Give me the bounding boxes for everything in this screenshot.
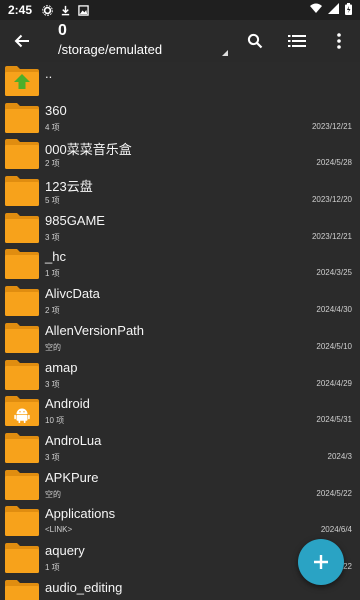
item-count: 4 项: [45, 122, 60, 132]
modified-date: 2024/5/28: [316, 158, 352, 168]
item-count: 5 项: [45, 196, 60, 206]
arrow-back-icon: [14, 34, 29, 48]
folder-name: amap: [45, 359, 78, 375]
selection-count: 0: [58, 22, 67, 39]
status-bar: 2:45: [0, 0, 360, 20]
modified-date: 2024/3/25: [316, 268, 352, 278]
folder-name: _hc: [45, 249, 66, 265]
item-count: 2 项: [45, 159, 60, 169]
status-time: 2:45: [8, 3, 33, 17]
back-button[interactable]: [0, 20, 44, 62]
folder-icon: [4, 469, 40, 501]
folder-icon: [4, 542, 40, 574]
folder-row[interactable]: AndroLua 3 项 2024/3: [0, 429, 360, 466]
item-count: <LINK>: [45, 525, 73, 535]
folder-icon: [4, 138, 40, 170]
folder-name: AllenVersionPath: [45, 322, 145, 338]
folder-icon: [4, 322, 40, 354]
search-button[interactable]: [234, 20, 276, 62]
modified-date: 2023/12/21: [311, 121, 352, 131]
file-list: .. 360 4 项 2023/12/21 000菜菜音乐盒 2 项 2024/5/28 12…: [0, 62, 360, 600]
folder-icon: [4, 505, 40, 537]
parent-directory-row[interactable]: ..: [0, 62, 360, 99]
battery-icon: [345, 2, 352, 18]
item-count: 空的: [45, 342, 61, 352]
folder-icon: [4, 285, 40, 317]
modified-date: 2023/12/21: [311, 231, 352, 241]
folder-row[interactable]: 360 4 项 2023/12/21: [0, 99, 360, 136]
folder-name: AlivcData: [45, 286, 100, 302]
modified-date: 2024/5/10: [316, 341, 352, 351]
download-icon: [58, 3, 72, 17]
folder-name: 985GAME: [45, 212, 105, 228]
folder-name: ..: [45, 66, 53, 81]
current-path: /storage/emulated: [58, 42, 163, 57]
folder-row[interactable]: amap 3 项 2024/4/29: [0, 356, 360, 393]
more-vert-icon: [337, 33, 341, 49]
modified-date: 2024/6/4: [320, 525, 352, 535]
item-count: 3 项: [45, 232, 60, 242]
item-count: 10 项: [45, 416, 65, 426]
folder-name: APKPure: [45, 469, 99, 485]
folder-row[interactable]: _hc 1 项 2024/3/25: [0, 245, 360, 282]
dropdown-triangle-icon: [222, 50, 228, 56]
folder-name: 000菜菜音乐盒: [45, 142, 132, 158]
folder-name: Applications: [45, 506, 116, 522]
folder-name: audio_editing: [45, 579, 123, 595]
plus-icon: [314, 555, 328, 569]
modified-date: 2023/12/20: [311, 195, 352, 205]
folder-name: 360: [45, 102, 67, 118]
list-view-icon: [288, 35, 306, 47]
toolbar: 0 /storage/emulated: [0, 20, 360, 62]
folder-row[interactable]: APKPure 空的 2024/5/22: [0, 466, 360, 503]
search-icon: [247, 33, 263, 49]
image-icon: [76, 3, 90, 17]
view-mode-button[interactable]: [276, 20, 318, 62]
folder-icon: [4, 248, 40, 280]
item-count: 3 项: [45, 379, 60, 389]
folder-icon: [4, 212, 40, 244]
folder-icon: [4, 175, 40, 207]
folder-name: aquery: [45, 542, 85, 558]
folder-icon: [4, 579, 40, 600]
folder-name: AndroLua: [45, 432, 102, 448]
folder-row[interactable]: AllenVersionPath 空的 2024/5/10: [0, 319, 360, 356]
folder-row[interactable]: 123云盘 5 项 2023/12/20: [0, 172, 360, 209]
item-count: 1 项: [45, 562, 60, 572]
folder-icon: [4, 432, 40, 464]
signal-icon: [328, 3, 339, 17]
folder-name: Android: [45, 396, 90, 412]
folder-row[interactable]: Applications <LINK> 2024/6/4: [0, 502, 360, 539]
folder-icon: [4, 102, 40, 134]
path-selector[interactable]: 0 /storage/emulated: [44, 20, 234, 62]
modified-date: 2024/3: [327, 451, 352, 461]
wifi-icon: [310, 3, 322, 17]
item-count: 3 项: [45, 452, 60, 462]
folder-row[interactable]: 000菜菜音乐盒 2 项 2024/5/28: [0, 135, 360, 172]
folder-name: 123云盘: [45, 179, 93, 195]
modified-date: 2024/5/22: [316, 488, 352, 498]
item-count: 1 项: [45, 269, 60, 279]
item-count: 2 项: [45, 306, 60, 316]
more-options-button[interactable]: [318, 20, 360, 62]
item-count: 空的: [45, 489, 61, 499]
folder-row[interactable]: AlivcData 2 项 2024/4/30: [0, 282, 360, 319]
settings-icon: [40, 3, 54, 17]
android-folder-icon: [4, 395, 40, 427]
modified-date: 2024/5/31: [316, 415, 352, 425]
modified-date: 2024/4/29: [316, 378, 352, 388]
add-fab-button[interactable]: [298, 539, 344, 585]
folder-row[interactable]: 985GAME 3 项 2023/12/21: [0, 209, 360, 246]
folder-up-icon: [4, 65, 40, 97]
folder-icon: [4, 359, 40, 391]
modified-date: 2024/4/30: [316, 305, 352, 315]
folder-row[interactable]: Android 10 项 2024/5/31: [0, 392, 360, 429]
